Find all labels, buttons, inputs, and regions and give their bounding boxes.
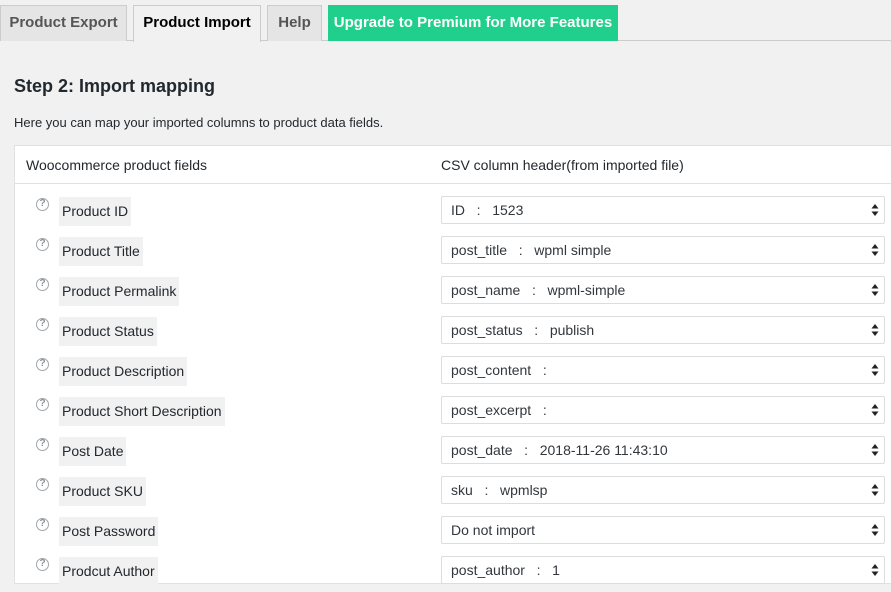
question-circle-icon[interactable]: ? <box>36 358 49 371</box>
field-label: Post Password <box>59 517 159 546</box>
tab-bar: Product Export Product Import Help Upgra… <box>0 0 891 42</box>
table-row: ? Product Title post_title : wpml simple <box>15 232 891 272</box>
field-label: Product Status <box>59 317 157 346</box>
up-down-arrows-icon <box>871 524 879 536</box>
csv-column-select[interactable]: post_date : 2018-11-26 11:43:10 <box>441 436 885 464</box>
select-value: post_excerpt : <box>451 402 547 418</box>
select-value: post_status : publish <box>451 322 595 338</box>
up-down-arrows-icon <box>871 204 879 216</box>
table-row: ? Product Short Description post_excerpt : <box>15 392 891 432</box>
table-row: ? Post Password Do not import <box>15 512 891 552</box>
up-down-arrows-icon <box>871 284 879 296</box>
question-circle-icon[interactable]: ? <box>36 398 49 411</box>
mapping-table: Woocommerce product fields CSV column he… <box>14 145 891 586</box>
question-circle-icon[interactable]: ? <box>36 238 49 251</box>
question-circle-icon[interactable]: ? <box>36 518 49 531</box>
field-label: Product Short Description <box>59 397 225 426</box>
table-row: ? Prodcut Author post_author : 1 <box>15 552 891 592</box>
field-label: Post Date <box>59 437 127 466</box>
tab-product-import[interactable]: Product Import <box>133 5 261 42</box>
question-circle-icon[interactable]: ? <box>36 478 49 491</box>
up-down-arrows-icon <box>871 444 879 456</box>
csv-column-select[interactable]: ID : 1523 <box>441 196 885 224</box>
question-circle-icon[interactable]: ? <box>36 318 49 331</box>
question-circle-icon[interactable]: ? <box>36 198 49 211</box>
select-value: Do not import <box>451 522 536 538</box>
table-header: Woocommerce product fields CSV column he… <box>15 146 891 184</box>
table-row: ? Product Description post_content : <box>15 352 891 392</box>
question-circle-icon[interactable]: ? <box>36 558 49 571</box>
tab-help[interactable]: Help <box>267 5 322 41</box>
table-row: ? Product Status post_status : publish <box>15 312 891 352</box>
page-description: Here you can map your imported columns t… <box>14 115 384 130</box>
field-label: Product ID <box>59 197 132 226</box>
csv-column-select[interactable]: post_status : publish <box>441 316 885 344</box>
csv-column-select[interactable]: post_content : <box>441 356 885 384</box>
page-title: Step 2: Import mapping <box>14 76 216 96</box>
select-value: post_author : 1 <box>451 562 560 578</box>
csv-column-select[interactable]: post_title : wpml simple <box>441 236 885 264</box>
field-label: Product Description <box>59 357 188 386</box>
csv-column-select[interactable]: Do not import <box>441 516 885 544</box>
select-value: post_date : 2018-11-26 11:43:10 <box>451 442 668 458</box>
field-label: Product SKU <box>59 477 146 506</box>
up-down-arrows-icon <box>871 564 879 576</box>
up-down-arrows-icon <box>871 244 879 256</box>
field-label: Product Permalink <box>59 277 180 306</box>
field-label: Prodcut Author <box>59 557 158 586</box>
csv-column-select[interactable]: post_excerpt : <box>441 396 885 424</box>
select-value: post_name : wpml-simple <box>451 282 626 298</box>
field-label: Product Title <box>59 237 143 266</box>
tab-product-export[interactable]: Product Export <box>0 5 127 41</box>
question-circle-icon[interactable]: ? <box>36 278 49 291</box>
table-row: ? Product Permalink post_name : wpml-simpl… <box>15 272 891 312</box>
up-down-arrows-icon <box>871 484 879 496</box>
table-row: ? Product ID ID : 1523 <box>15 192 891 232</box>
csv-column-select[interactable]: post_name : wpml-simple <box>441 276 885 304</box>
select-value: post_title : wpml simple <box>451 242 612 258</box>
csv-column-select[interactable]: sku : wpmlsp <box>441 476 885 504</box>
column-header-fields: Woocommerce product fields <box>26 157 208 173</box>
tab-upgrade-premium[interactable]: Upgrade to Premium for More Features <box>328 5 618 41</box>
select-value: sku : wpmlsp <box>451 482 548 498</box>
csv-column-select[interactable]: post_author : 1 <box>441 556 885 584</box>
table-row: ? Post Date post_date : 2018-11-26 11:43:1… <box>15 432 891 472</box>
up-down-arrows-icon <box>871 404 879 416</box>
up-down-arrows-icon <box>871 364 879 376</box>
column-header-csv: CSV column header(from imported file) <box>441 157 684 173</box>
table-row: ? Product SKU sku : wpmlsp <box>15 472 891 512</box>
select-value: ID : 1523 <box>451 202 524 218</box>
up-down-arrows-icon <box>871 324 879 336</box>
select-value: post_content : <box>451 362 547 378</box>
question-circle-icon[interactable]: ? <box>36 438 49 451</box>
